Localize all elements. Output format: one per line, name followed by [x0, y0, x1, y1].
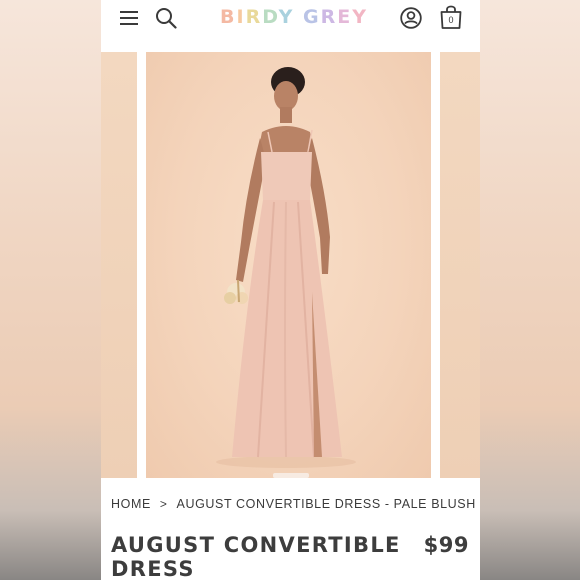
background-blur-right	[479, 0, 580, 580]
menu-icon[interactable]	[120, 11, 138, 25]
breadcrumb-separator: >	[159, 497, 168, 511]
search-icon[interactable]	[155, 7, 177, 29]
background-blur-left	[0, 0, 101, 580]
product-image-carousel[interactable]	[101, 52, 480, 478]
product-image[interactable]	[146, 52, 431, 478]
account-icon[interactable]	[400, 7, 422, 29]
cart-count: 0	[448, 15, 454, 25]
site-header: BIRDY GREY 0	[101, 0, 480, 52]
shopping-bag-icon[interactable]: 0	[439, 4, 463, 30]
model-dress-illustration	[216, 67, 356, 468]
previous-slide[interactable]	[101, 52, 137, 478]
product-price: $99	[423, 533, 469, 557]
product-title: AUGUST CONVERTIBLE DRESS	[111, 533, 401, 580]
mobile-screen: BIRDY GREY 0 HOME > AUGUST CONVERTIBLE D…	[101, 0, 480, 580]
breadcrumb-current: AUGUST CONVERTIBLE DRESS - PALE BLUSH	[176, 497, 476, 511]
slide-indicator	[273, 473, 309, 478]
next-slide[interactable]	[440, 52, 480, 478]
breadcrumb-home-link[interactable]: HOME	[111, 497, 151, 511]
brand-logo[interactable]: BIRDY GREY	[220, 6, 366, 28]
breadcrumb: HOME > AUGUST CONVERTIBLE DRESS - PALE B…	[111, 497, 476, 511]
